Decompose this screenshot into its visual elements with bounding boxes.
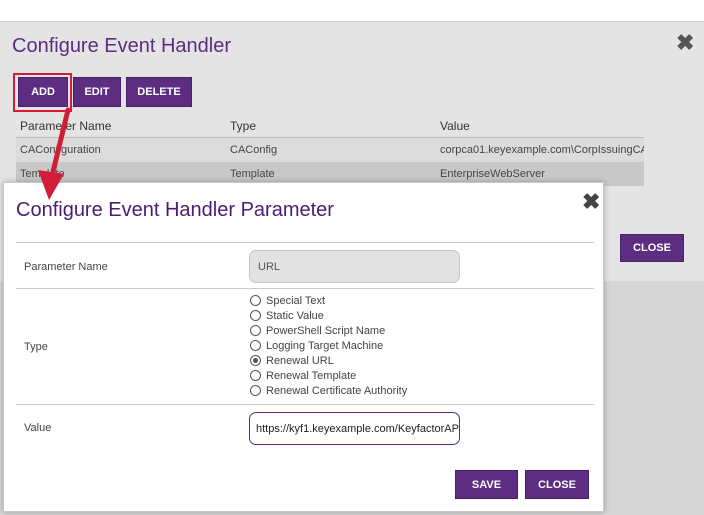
type-option-renewal-certificate-authority[interactable]: Renewal Certificate Authority <box>250 383 407 398</box>
table-row[interactable]: CAConfiguration CAConfig corpca01.keyexa… <box>16 138 644 162</box>
row-type: CAConfig <box>230 144 278 156</box>
column-header-parameter-name[interactable]: Parameter Name <box>20 115 220 137</box>
type-option-renewal-template[interactable]: Renewal Template <box>250 368 356 383</box>
row-value: corpca01.keyexample.com\CorpIssuingCA1 <box>440 144 644 156</box>
type-option-static-value[interactable]: Static Value <box>250 308 324 323</box>
parameters-grid-header: Parameter Name Type Value <box>16 115 644 138</box>
divider <box>16 288 594 289</box>
parameter-name-label: Parameter Name <box>24 261 108 273</box>
divider <box>16 404 594 405</box>
inner-close-icon[interactable]: ✖ <box>582 189 600 215</box>
delete-button[interactable]: DELETE <box>126 77 192 107</box>
value-input[interactable]: https://kyf1.keyexample.com/KeyfactorAPI <box>249 412 460 445</box>
type-option-logging-target-machine[interactable]: Logging Target Machine <box>250 338 383 353</box>
radio-button[interactable] <box>250 310 261 321</box>
type-option-label: Renewal Certificate Authority <box>266 384 408 397</box>
outer-close-button[interactable]: CLOSE <box>620 234 684 262</box>
parameter-name-field: URL <box>249 250 460 283</box>
type-label: Type <box>24 341 48 353</box>
type-option-label: Renewal Template <box>266 369 357 382</box>
radio-button[interactable] <box>250 385 261 396</box>
inner-close-button[interactable]: CLOSE <box>525 470 589 499</box>
type-option-label: Logging Target Machine <box>266 339 384 352</box>
radio-button[interactable] <box>250 295 261 306</box>
radio-button[interactable] <box>250 370 261 381</box>
radio-button-selected[interactable] <box>250 355 261 366</box>
type-option-label: PowerShell Script Name <box>266 324 386 337</box>
configure-event-handler-parameter-dialog: Configure Event Handler Parameter ✖ Para… <box>3 182 604 512</box>
type-option-powershell-script-name[interactable]: PowerShell Script Name <box>250 323 385 338</box>
type-option-label: Renewal URL <box>266 354 334 367</box>
add-button[interactable]: ADD <box>18 77 68 107</box>
outer-close-icon[interactable]: ✖ <box>676 30 694 56</box>
divider <box>16 242 594 243</box>
value-label: Value <box>24 422 52 434</box>
inner-dialog-title: Configure Event Handler Parameter <box>16 199 334 221</box>
row-parameter-name: CAConfiguration <box>20 144 101 156</box>
radio-button[interactable] <box>250 340 261 351</box>
outer-dialog-title: Configure Event Handler <box>12 35 232 57</box>
type-option-label: Special Text <box>266 294 326 307</box>
type-option-label: Static Value <box>266 309 324 322</box>
radio-button[interactable] <box>250 325 261 336</box>
column-header-type[interactable]: Type <box>230 115 430 137</box>
column-header-value[interactable]: Value <box>440 115 644 137</box>
save-button[interactable]: SAVE <box>455 470 518 499</box>
edit-button[interactable]: EDIT <box>73 77 121 107</box>
type-option-renewal-url[interactable]: Renewal URL <box>250 353 334 368</box>
type-option-special-text[interactable]: Special Text <box>250 293 325 308</box>
